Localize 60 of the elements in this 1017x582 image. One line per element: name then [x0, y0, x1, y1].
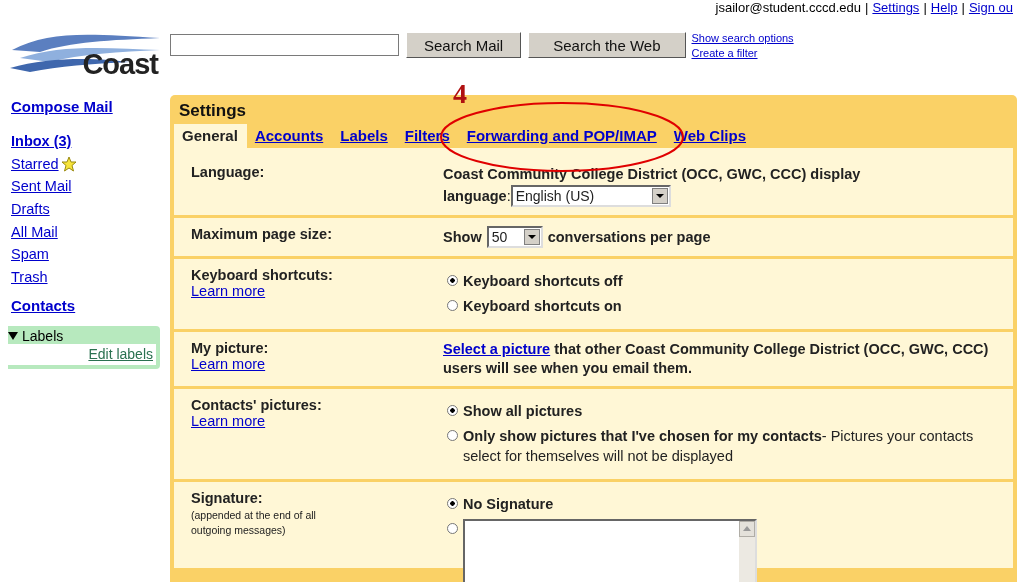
select-picture-link[interactable]: Select a picture	[443, 341, 551, 357]
search-option-link[interactable]: Show search options	[691, 31, 794, 46]
radio-button[interactable]	[447, 498, 458, 509]
setting-note: (appended at the end of all outgoing messages)	[191, 508, 317, 538]
search-field[interactable]	[170, 34, 399, 56]
signature-field[interactable]	[463, 519, 757, 582]
show-label: Show	[443, 229, 482, 245]
option-label: Show all pictures	[463, 402, 583, 421]
labels-heading[interactable]: Labels	[22, 328, 64, 345]
folder-link[interactable]: Sent Mail	[11, 178, 72, 195]
setting-label: Language:	[191, 164, 266, 180]
learn-more-link[interactable]: Learn more	[191, 283, 266, 299]
radio-button[interactable]	[447, 405, 458, 416]
separator: |	[961, 0, 965, 15]
folder-link[interactable]: Spam	[11, 246, 49, 263]
search-button[interactable]: Search the Web	[528, 32, 686, 58]
dropdown[interactable]: English (US)	[510, 185, 671, 207]
separator: |	[923, 0, 927, 15]
folder-link[interactable]: Inbox (3)	[11, 133, 72, 150]
setting-label: Maximum page size:	[191, 226, 333, 242]
account-link[interactable]: Settings	[872, 0, 920, 15]
scrollbar	[739, 521, 755, 582]
setting-label: Signature:	[191, 490, 264, 506]
setting-label: Keyboard shortcuts:	[191, 267, 334, 283]
account-link[interactable]: Sign ou	[968, 0, 1013, 15]
settings-tab[interactable]: General	[174, 124, 247, 148]
setting-label: Contacts' pictures:	[191, 397, 323, 413]
folder-link[interactable]: Drafts	[11, 201, 50, 218]
folder-link[interactable]: Trash	[11, 268, 48, 285]
option-label: Keyboard shortcuts on	[463, 297, 622, 316]
contacts-link[interactable]: Contacts	[11, 297, 76, 315]
search-option-link[interactable]: Create a filter	[691, 46, 794, 61]
dropdown[interactable]: 50	[486, 226, 543, 248]
settings-tab[interactable]: Labels	[332, 124, 397, 148]
settings-title: Settings	[179, 101, 247, 121]
radio-button[interactable]	[447, 275, 458, 286]
radio-button[interactable]	[447, 523, 458, 534]
option-label: Only show pictures that I've chosen for my contacts- Pictures your contacts select for themselves will not be displayed	[463, 427, 975, 466]
caret-icon	[523, 229, 540, 245]
account-link[interactable]: Help	[930, 0, 958, 15]
separator: |	[865, 0, 869, 15]
settings-tab[interactable]: Accounts	[246, 124, 333, 148]
learn-more-link[interactable]: Learn more	[191, 356, 266, 372]
language-label: language:	[443, 188, 511, 204]
user-email: jsailor@student.cccd.edu	[715, 0, 861, 15]
folder-link[interactable]: Starred	[11, 155, 59, 172]
caret-icon	[651, 188, 668, 204]
search-button[interactable]: Search Mail	[406, 32, 522, 58]
compose-link[interactable]: Compose Mail	[11, 98, 113, 115]
folder-link[interactable]: All Mail	[11, 223, 58, 240]
setting-label: My picture:	[191, 340, 270, 356]
per-page-label: conversations per page	[547, 229, 711, 245]
radio-button[interactable]	[447, 430, 458, 441]
picture-description: Select a picture that other Coast Community College District (OCC, GWC, CCC) users will see when you email them.	[443, 340, 990, 378]
option-label: Keyboard shortcuts off	[463, 272, 623, 291]
language-description: Coast Community College District (OCC, GWC, CCC) display	[443, 165, 862, 184]
radio-button[interactable]	[447, 300, 458, 311]
learn-more-link[interactable]: Learn more	[191, 413, 266, 429]
option-label: No Signature	[463, 495, 554, 514]
logo-text: Coast	[82, 48, 158, 81]
